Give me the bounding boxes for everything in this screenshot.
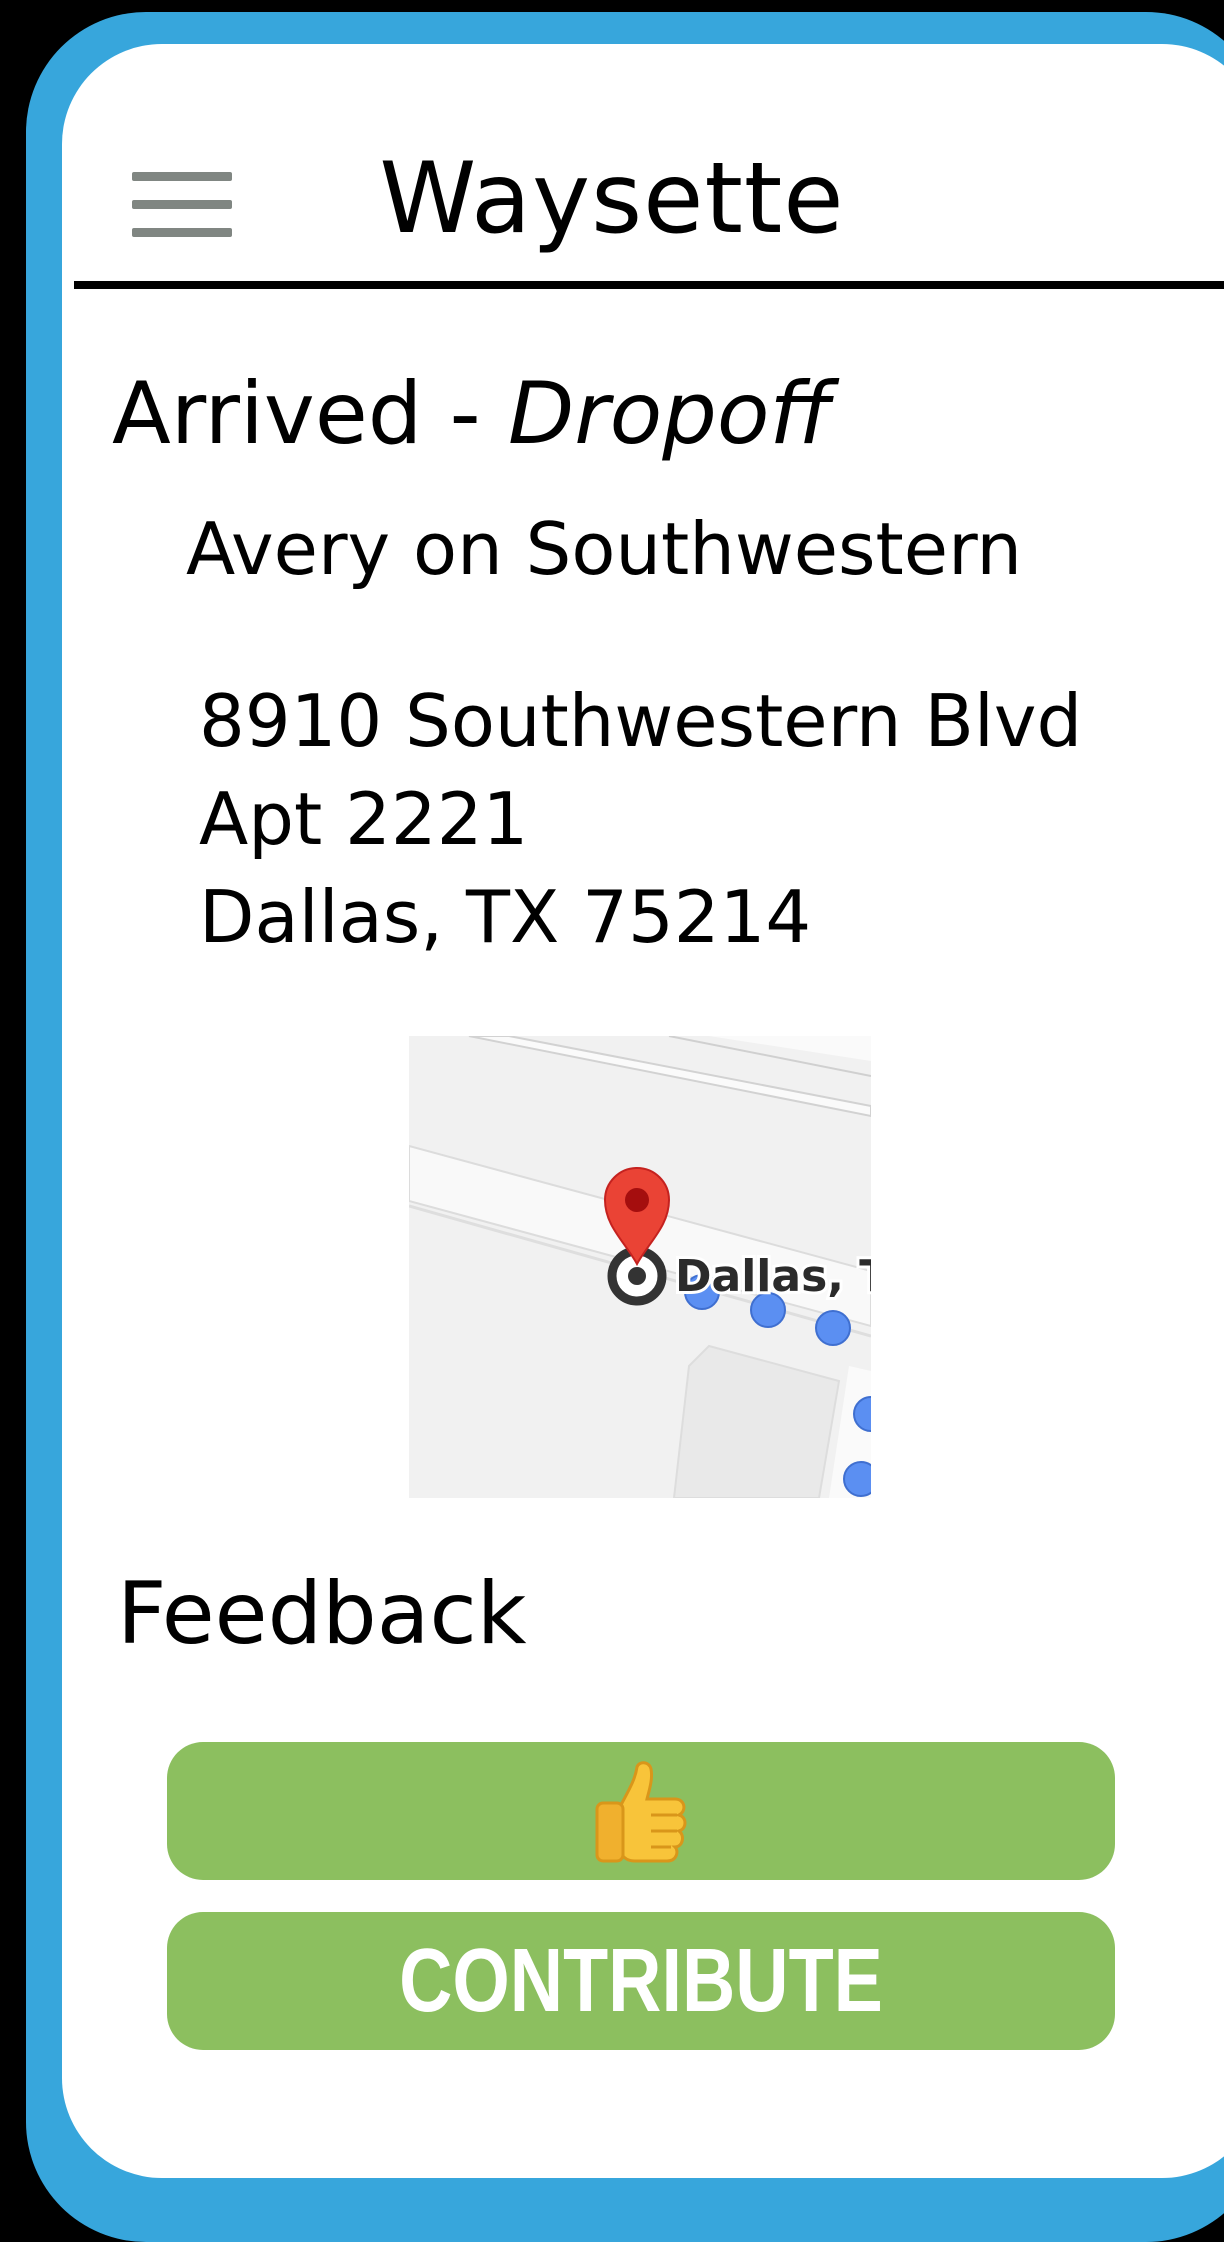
app-header: Waysette bbox=[62, 44, 1224, 294]
address-line-1: 8910 Southwestern Blvd bbox=[199, 679, 1083, 763]
map-label: Dallas, T bbox=[675, 1251, 871, 1302]
app-title: Waysette bbox=[379, 142, 845, 256]
feedback-heading: Feedback bbox=[117, 1564, 527, 1664]
route-dot bbox=[815, 1310, 851, 1346]
menu-bar bbox=[132, 172, 232, 181]
thumbs-up-icon bbox=[595, 1761, 687, 1863]
hamburger-menu-icon[interactable] bbox=[132, 172, 232, 238]
thumbs-up-button[interactable] bbox=[167, 1742, 1115, 1880]
status-type: Dropoff bbox=[508, 364, 832, 464]
status-state: Arrived - bbox=[112, 364, 509, 464]
destination-address: 8910 Southwestern Blvd Apt 2221 Dallas, … bbox=[199, 672, 1082, 966]
header-divider bbox=[74, 281, 1224, 289]
map-graphic: Dallas, T bbox=[409, 1036, 871, 1498]
status-heading: Arrived - Dropoff bbox=[112, 364, 832, 464]
address-line-3: Dallas, TX 75214 bbox=[199, 875, 812, 959]
contribute-button[interactable]: CONTRIBUTE bbox=[167, 1912, 1115, 2050]
route-dot bbox=[843, 1461, 871, 1497]
menu-bar bbox=[132, 228, 232, 237]
app-screen: Waysette Arrived - Dropoff Avery on Sout… bbox=[62, 44, 1224, 2178]
address-line-2: Apt 2221 bbox=[199, 777, 529, 861]
destination-name: Avery on Southwestern bbox=[186, 507, 1023, 591]
location-map[interactable]: Dallas, T bbox=[409, 1036, 871, 1498]
menu-bar bbox=[132, 200, 232, 209]
contribute-label: CONTRIBUTE bbox=[399, 1930, 883, 2031]
